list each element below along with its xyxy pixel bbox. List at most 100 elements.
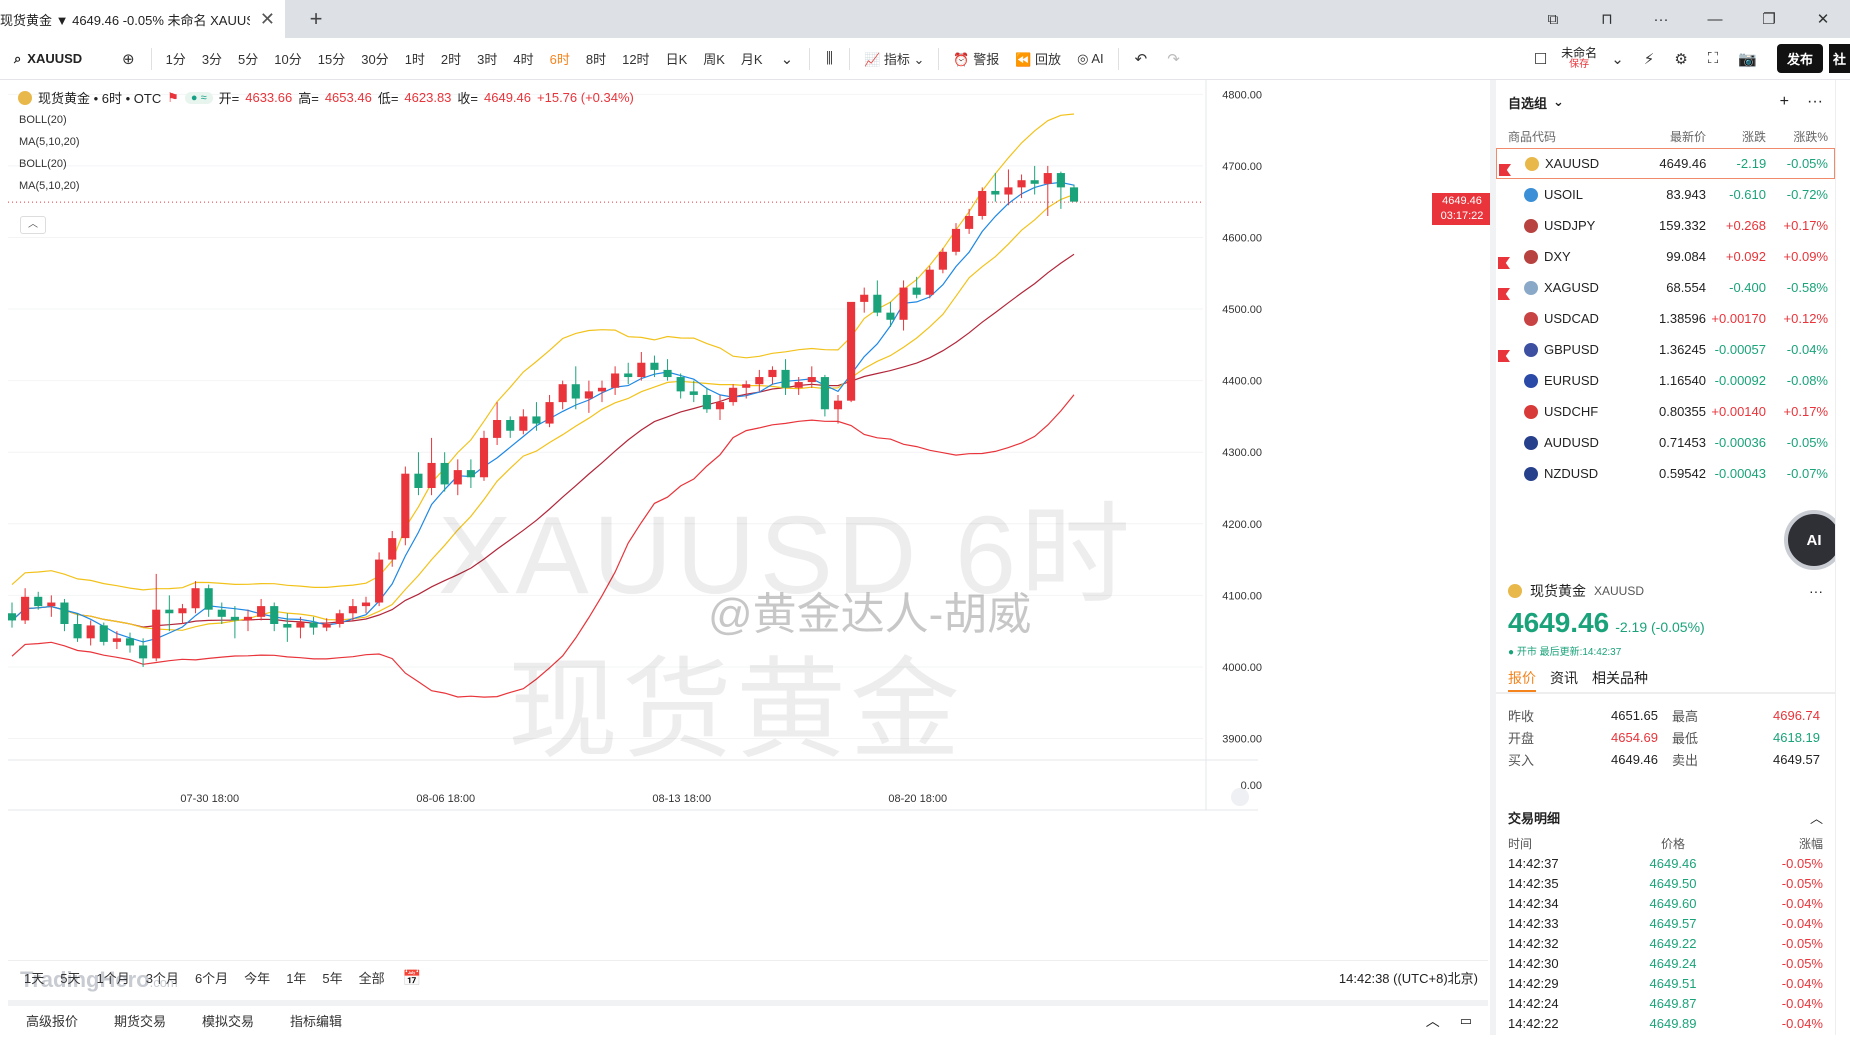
flag-icon[interactable] xyxy=(1498,257,1510,269)
collapse-indicators-button[interactable]: ︿ xyxy=(20,216,46,234)
candle-body[interactable] xyxy=(73,624,82,639)
candle-body[interactable] xyxy=(584,391,593,399)
square-icon[interactable]: ☐ xyxy=(1524,50,1557,68)
watchlist-row[interactable]: EURUSD 1.16540 -0.00092 -0.08% xyxy=(1496,365,1835,396)
more-icon[interactable]: ··· xyxy=(1809,583,1823,599)
range-button[interactable]: 3个月 xyxy=(138,968,187,987)
flag-icon[interactable]: ⚑ xyxy=(167,90,179,106)
candle-body[interactable] xyxy=(112,638,121,642)
candle-body[interactable] xyxy=(47,602,56,607)
candle-body[interactable] xyxy=(820,377,829,410)
col-change[interactable]: 涨跌 xyxy=(1706,128,1766,145)
new-tab-icon[interactable]: + xyxy=(297,0,335,38)
candle-body[interactable] xyxy=(257,606,266,617)
watchlist-row[interactable]: XAGUSD 68.554 -0.400 -0.58% xyxy=(1496,272,1835,303)
candle-body[interactable] xyxy=(270,606,279,624)
fullscreen-icon[interactable]: ⛶ xyxy=(1698,50,1729,67)
candle-body[interactable] xyxy=(152,609,161,659)
panel-tab[interactable]: 期货交易 xyxy=(96,1011,184,1030)
col-symbol[interactable]: 商品代码 xyxy=(1496,128,1636,145)
candle-body[interactable] xyxy=(243,616,253,621)
candle-body[interactable] xyxy=(1069,187,1079,202)
ai-button[interactable]: ◎ AI xyxy=(1069,51,1112,67)
candle-body[interactable] xyxy=(912,287,921,295)
candle-body[interactable] xyxy=(8,613,17,621)
candle-body[interactable] xyxy=(427,462,436,488)
candle-body[interactable] xyxy=(663,369,672,378)
candle-body[interactable] xyxy=(283,624,292,628)
candle-body[interactable] xyxy=(938,251,947,270)
candle-body[interactable] xyxy=(965,216,974,229)
minimize-icon[interactable]: — xyxy=(1688,11,1742,28)
watchlist-row[interactable]: DXY 99.084 +0.092 +0.09% xyxy=(1496,241,1835,272)
candle-body[interactable] xyxy=(1004,187,1013,195)
candle-body[interactable] xyxy=(794,382,803,388)
chevron-down-icon[interactable]: ⌄ xyxy=(1553,94,1564,110)
undo-icon[interactable]: ↶ xyxy=(1125,50,1158,68)
panel-tab[interactable]: 模拟交易 xyxy=(184,1011,272,1030)
interval-button[interactable]: 月K xyxy=(733,49,771,68)
candle-body[interactable] xyxy=(401,473,410,539)
calendar-icon[interactable]: 📅 xyxy=(393,969,432,987)
candle-body[interactable] xyxy=(951,228,961,252)
candle-body[interactable] xyxy=(768,369,777,378)
candle-body[interactable] xyxy=(506,420,515,431)
redo-icon[interactable]: ↷ xyxy=(1157,50,1190,68)
chevron-up-icon[interactable]: ︿ xyxy=(1810,808,1823,827)
range-button[interactable]: 6个月 xyxy=(187,968,236,987)
panel-tab[interactable]: 高级报价 xyxy=(8,1011,96,1030)
candle-body[interactable] xyxy=(1043,173,1052,184)
interval-button[interactable]: 10分 xyxy=(266,49,309,68)
flag-icon[interactable] xyxy=(1498,288,1510,300)
community-button[interactable]: 社 xyxy=(1828,44,1850,73)
indicator-label[interactable]: BOLL(20) xyxy=(19,158,67,170)
candle-body[interactable] xyxy=(125,638,135,646)
candle-body[interactable] xyxy=(139,645,148,659)
more-icon[interactable]: ··· xyxy=(1807,93,1823,111)
candle-body[interactable] xyxy=(689,391,698,395)
candle-body[interactable] xyxy=(873,294,882,313)
candle-body[interactable] xyxy=(715,402,725,410)
watchlist-row[interactable]: USOIL 83.943 -0.610 -0.72% xyxy=(1496,179,1835,210)
col-price[interactable]: 最新价 xyxy=(1636,128,1706,145)
restore-icon[interactable]: ❐ xyxy=(1742,10,1796,28)
add-icon[interactable]: + xyxy=(1780,93,1789,111)
browser-tab[interactable]: 现货黄金 ▼ 4649.46 -0.05% 未命名 XAUUSD ✕ xyxy=(0,0,285,38)
candle-body[interactable] xyxy=(1017,180,1026,188)
range-button[interactable]: 今年 xyxy=(236,968,278,987)
pin-icon[interactable]: ⊓ xyxy=(1580,10,1634,28)
interval-button[interactable]: 3分 xyxy=(194,49,230,68)
candle-body[interactable] xyxy=(742,384,751,388)
interval-button[interactable]: 15分 xyxy=(310,49,353,68)
candle-body[interactable] xyxy=(886,312,895,320)
candle-body[interactable] xyxy=(230,616,239,621)
range-button[interactable]: 5天 xyxy=(52,968,88,987)
candle-body[interactable] xyxy=(597,387,607,392)
camera-icon[interactable]: 📷 xyxy=(1728,50,1767,68)
candle-body[interactable] xyxy=(322,624,331,628)
candle-body[interactable] xyxy=(807,377,816,383)
candle-body[interactable] xyxy=(204,588,213,610)
candle-body[interactable] xyxy=(414,473,423,488)
window-close-icon[interactable]: ✕ xyxy=(1796,10,1850,28)
close-icon[interactable]: ✕ xyxy=(260,9,275,30)
flag-icon[interactable] xyxy=(1499,164,1511,176)
candle-body[interactable] xyxy=(545,402,554,424)
candle-body[interactable] xyxy=(493,420,502,438)
interval-button[interactable]: 2时 xyxy=(433,49,469,68)
interval-button[interactable]: 周K xyxy=(695,49,733,68)
candle-body[interactable] xyxy=(165,609,174,614)
interval-button[interactable]: 4时 xyxy=(505,49,541,68)
publish-button[interactable]: 发布 xyxy=(1776,44,1823,73)
range-button[interactable]: 1天 xyxy=(16,968,52,987)
price-chart[interactable]: 4800.00 4700.00 4600.00 4500.00 4400.00 4300.… xyxy=(8,80,1492,1040)
watchlist-row[interactable]: USDJPY 159.332 +0.268 +0.17% xyxy=(1496,210,1835,241)
chevron-down-icon[interactable]: ⌄ xyxy=(771,50,804,68)
candle-body[interactable] xyxy=(558,384,567,403)
candle-body[interactable] xyxy=(217,609,226,617)
candle-body[interactable] xyxy=(899,287,908,320)
watchlist-row[interactable]: USDCAD 1.38596 +0.00170 +0.12% xyxy=(1496,303,1835,334)
candle-body[interactable] xyxy=(60,602,69,624)
chevron-up-icon[interactable]: ︿ xyxy=(1426,1011,1460,1031)
watchlist-title[interactable]: 自选组 xyxy=(1508,93,1547,112)
